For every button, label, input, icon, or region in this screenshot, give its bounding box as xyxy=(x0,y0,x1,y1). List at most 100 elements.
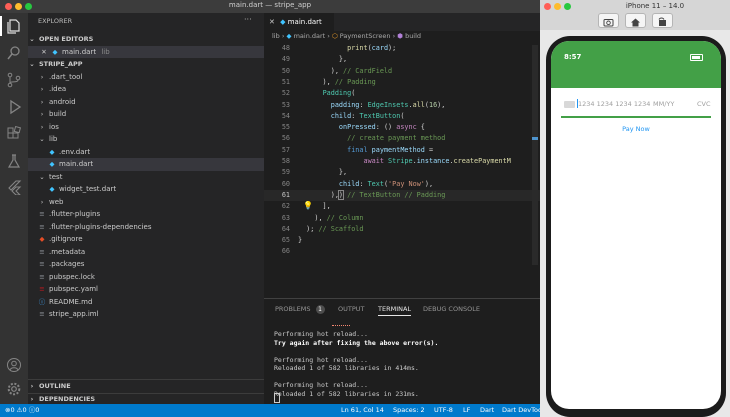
tab-problems[interactable]: PROBLEMS 1 xyxy=(275,303,325,315)
lightbulb-icon[interactable]: 💡 xyxy=(303,201,313,210)
run-debug-icon[interactable] xyxy=(6,99,22,115)
tree-item[interactable]: › android xyxy=(28,96,264,109)
tree-item[interactable]: ⌄ test xyxy=(28,171,264,184)
screenshot-button[interactable] xyxy=(598,13,619,28)
code-line: 60 child: Text('Pay Now'), xyxy=(264,179,540,190)
editor-tab-bar: ✕ ◆ main.dart xyxy=(264,13,540,31)
chevron-down-icon: ⌄ xyxy=(29,60,35,68)
home-button[interactable] xyxy=(625,13,646,28)
chevron-down-icon: ⌄ xyxy=(29,35,35,43)
tree-item[interactable]: ◆ main.dart xyxy=(28,158,264,171)
dart-file-icon: ◆ xyxy=(286,32,292,40)
card-number-input[interactable]: 1234 1234 1234 1234 xyxy=(578,100,650,108)
minimize-window-button[interactable] xyxy=(554,3,561,10)
close-window-button[interactable] xyxy=(544,3,551,10)
tree-item[interactable]: ⓘ README.md xyxy=(28,296,264,309)
tree-item[interactable]: › build xyxy=(28,108,264,121)
tree-item[interactable]: › web xyxy=(28,196,264,209)
code-line: 61 ),) // TextButton // Padding xyxy=(264,189,540,202)
code-text: ),) // TextButton // Padding xyxy=(298,189,446,200)
line-number: 66 xyxy=(281,247,290,256)
code-text: Padding( xyxy=(322,89,356,98)
tree-item-label: ios xyxy=(49,122,59,131)
cursor-position[interactable]: Ln 61, Col 14 xyxy=(341,404,384,417)
code-line: 51 ), // Padding xyxy=(264,77,540,88)
tree-item[interactable]: ≡ pubspec.lock xyxy=(28,271,264,284)
line-number: 61 xyxy=(281,190,290,199)
expiry-input[interactable]: MM/YY xyxy=(653,100,674,108)
dart-file-icon: ◆ xyxy=(49,147,55,156)
explorer-icon[interactable] xyxy=(6,18,22,34)
tree-item[interactable]: › .idea xyxy=(28,83,264,96)
tree-item[interactable]: ≡ stripe_app.iml xyxy=(28,308,264,321)
line-number: 58 xyxy=(281,157,290,165)
line-number: 56 xyxy=(281,134,290,143)
testing-icon[interactable] xyxy=(6,153,22,169)
tab-output[interactable]: OUTPUT xyxy=(338,303,365,315)
encoding[interactable]: UTF-8 xyxy=(434,404,453,417)
gear-icon[interactable] xyxy=(6,381,22,397)
line-ending[interactable]: LF xyxy=(463,404,470,417)
tree-item[interactable]: ≡ .packages xyxy=(28,258,264,271)
open-editor-item[interactable]: ✕ ◆ main.dart lib xyxy=(28,45,264,59)
tree-item[interactable]: ◆ widget_test.dart xyxy=(28,183,264,196)
tab-main-dart[interactable]: ✕ ◆ main.dart xyxy=(264,13,334,31)
tree-item-label: .flutter-plugins-dependencies xyxy=(49,222,152,231)
extensions-icon[interactable] xyxy=(6,125,22,142)
tree-item[interactable]: ◆ .gitignore xyxy=(28,233,264,246)
code-text: // create payment method xyxy=(347,134,446,143)
breadcrumb-lib[interactable]: lib xyxy=(272,32,280,40)
more-actions-icon[interactable]: ··· xyxy=(244,15,252,24)
dart-file-icon: ◆ xyxy=(52,47,58,56)
cvc-input[interactable]: CVC xyxy=(697,100,711,108)
breadcrumb-file[interactable]: main.dart xyxy=(294,32,326,40)
outline-section[interactable]: › OUTLINE xyxy=(28,380,264,393)
tree-item[interactable]: ◆ .env.dart xyxy=(28,146,264,159)
line-number: 51 xyxy=(281,77,290,86)
line-number: 64 xyxy=(281,224,290,233)
editor-scrollbar[interactable] xyxy=(532,45,538,265)
tree-item-label: build xyxy=(49,110,67,118)
search-icon[interactable] xyxy=(6,45,22,61)
tree-item[interactable]: ⌄ lib xyxy=(28,133,264,146)
tree-item[interactable]: ≡ .flutter-plugins xyxy=(28,208,264,221)
code-line: 66 xyxy=(264,246,540,257)
tree-item-label: .metadata xyxy=(49,247,86,256)
zoom-window-button[interactable] xyxy=(564,3,571,10)
breadcrumb-method[interactable]: build xyxy=(405,32,421,40)
home-indicator[interactable] xyxy=(609,401,663,403)
close-icon[interactable]: ✕ xyxy=(269,18,275,26)
ios-simulator: iPhone 11 – 14.0 8:57 1234 1234 1234 123… xyxy=(540,0,730,417)
text-file-icon: ≡ xyxy=(39,260,45,268)
source-control-icon[interactable] xyxy=(6,72,22,88)
explorer-sidebar: EXPLORER ··· ⌄ OPEN EDITORS ✕ ◆ main.dart l… xyxy=(28,13,264,404)
tree-item[interactable]: ≡ .flutter-plugins-dependencies xyxy=(28,221,264,234)
tree-item[interactable]: ≡ pubspec.yaml xyxy=(28,283,264,296)
code-line: 54 child: TextButton( xyxy=(264,111,540,122)
tab-debug-console[interactable]: DEBUG CONSOLE xyxy=(423,303,480,315)
problems-status[interactable]: ⊗0 ⚠0 ⓘ0 xyxy=(5,404,39,417)
active-indicator xyxy=(0,16,2,36)
tree-item[interactable]: › ios xyxy=(28,121,264,134)
tab-terminal[interactable]: TERMINAL xyxy=(378,303,412,316)
open-editors-section[interactable]: ⌄ OPEN EDITORS xyxy=(28,33,264,46)
code-text: child: TextButton( xyxy=(330,111,405,120)
pay-now-button[interactable]: Pay Now xyxy=(551,125,721,133)
breadcrumb-class[interactable]: PaymentScreen xyxy=(340,32,391,40)
tree-item[interactable]: ≡ .metadata xyxy=(28,246,264,259)
project-section[interactable]: ⌄ STRIPE_APP xyxy=(28,58,264,71)
code-line: 50 ), // CardField xyxy=(264,66,540,77)
language-mode[interactable]: Dart xyxy=(480,404,494,417)
close-icon[interactable]: ✕ xyxy=(40,46,48,59)
terminal-line: Performing hot reload... xyxy=(274,330,368,338)
tree-item-label: stripe_app.iml xyxy=(49,310,99,318)
code-text: ), // Column xyxy=(298,213,364,222)
line-number: 50 xyxy=(281,66,290,75)
tree-item[interactable]: › .dart_tool xyxy=(28,71,264,84)
rotate-button[interactable] xyxy=(652,13,673,28)
account-icon[interactable] xyxy=(6,357,22,373)
code-line: 53 padding: EdgeInsets.all(16), xyxy=(264,100,540,111)
git-file-icon: ◆ xyxy=(39,235,45,243)
flutter-icon[interactable] xyxy=(6,179,22,196)
indentation[interactable]: Spaces: 2 xyxy=(393,404,425,417)
